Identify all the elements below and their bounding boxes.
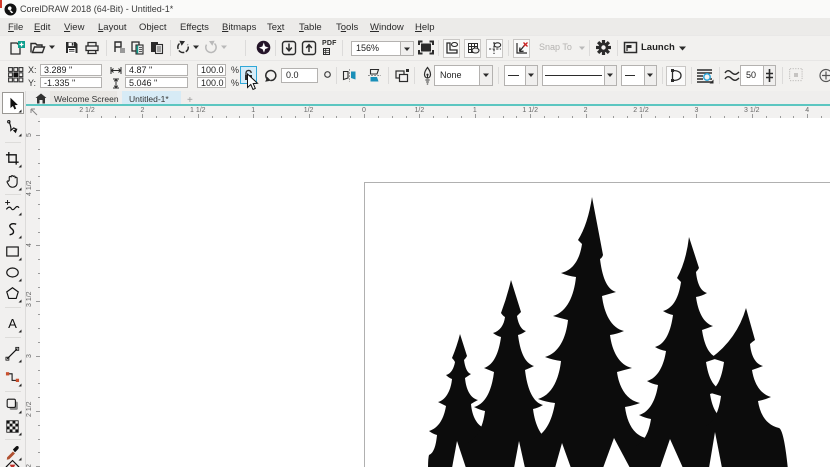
- svg-text:A: A: [8, 316, 17, 331]
